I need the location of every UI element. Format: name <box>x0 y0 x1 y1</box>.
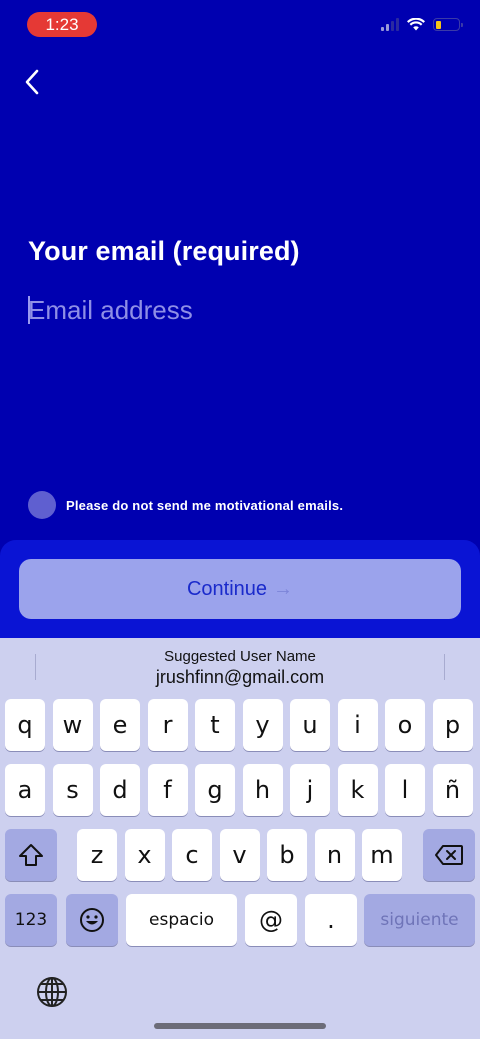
key-f[interactable]: f <box>147 764 188 816</box>
key-k[interactable]: k <box>337 764 378 816</box>
key-t[interactable]: t <box>195 699 235 751</box>
globe-icon <box>37 977 67 1007</box>
text-caret <box>28 296 30 324</box>
key-q[interactable]: q <box>5 699 45 751</box>
key-x[interactable]: x <box>124 829 165 881</box>
key-i[interactable]: i <box>337 699 378 751</box>
numbers-key[interactable]: 123 <box>5 894 57 946</box>
key-p[interactable]: p <box>432 699 473 751</box>
suggestion-divider-right <box>444 654 445 680</box>
key-s[interactable]: s <box>52 764 93 816</box>
globe-key[interactable] <box>34 974 70 1010</box>
optout-option[interactable]: Please do not send me motivational email… <box>28 491 343 519</box>
keyboard: Suggested User Name jrushfinn@gmail.com … <box>0 638 480 1039</box>
home-indicator <box>154 1023 326 1029</box>
email-input[interactable] <box>28 290 448 330</box>
key-v[interactable]: v <box>219 829 260 881</box>
dot-key[interactable]: . <box>305 894 357 946</box>
key-y[interactable]: y <box>242 699 283 751</box>
continue-button[interactable]: Continue → <box>19 559 461 619</box>
wifi-icon <box>407 18 425 31</box>
backspace-icon <box>435 845 463 865</box>
shift-icon <box>19 844 43 866</box>
battery-icon <box>433 18 463 31</box>
key-n[interactable]: n <box>314 829 355 881</box>
suggestion-title: Suggested User Name <box>164 648 316 665</box>
next-key[interactable]: siguiente <box>364 894 475 946</box>
back-button[interactable] <box>12 64 52 100</box>
signal-icon <box>381 18 399 31</box>
shift-key[interactable] <box>5 829 57 881</box>
key-a[interactable]: a <box>5 764 45 816</box>
backspace-key[interactable] <box>423 829 475 881</box>
at-key[interactable]: @ <box>245 894 297 946</box>
status-icons <box>381 18 463 31</box>
continue-label: Continue <box>186 577 268 600</box>
emoji-icon <box>80 908 104 932</box>
emoji-key[interactable] <box>66 894 118 946</box>
key-m[interactable]: m <box>362 829 402 881</box>
key-z[interactable]: z <box>77 829 117 881</box>
email-screen: 1:23 Your email (required) Please do not… <box>0 0 480 1039</box>
chevron-left-icon <box>25 69 39 95</box>
key-g[interactable]: g <box>195 764 235 816</box>
key-ñ[interactable]: ñ <box>432 764 473 816</box>
arrow-right-icon: → <box>273 577 294 600</box>
space-key[interactable]: espacio <box>126 894 237 946</box>
optout-radio[interactable] <box>28 491 56 519</box>
key-h[interactable]: h <box>242 764 283 816</box>
key-j[interactable]: j <box>290 764 330 816</box>
status-time: 1:23 <box>27 12 97 37</box>
optout-label: Please do not send me motivational email… <box>66 497 344 513</box>
suggestion-bar[interactable]: Suggested User Name jrushfinn@gmail.com <box>0 638 480 694</box>
status-bar: 1:23 <box>0 0 480 48</box>
suggestion-value[interactable]: jrushfinn@gmail.com <box>0 667 480 688</box>
key-c[interactable]: c <box>172 829 212 881</box>
key-w[interactable]: w <box>52 699 93 751</box>
key-d[interactable]: d <box>100 764 140 816</box>
key-b[interactable]: b <box>267 829 307 881</box>
key-o[interactable]: o <box>385 699 425 751</box>
key-r[interactable]: r <box>147 699 188 751</box>
page-title: Your email (required) <box>28 236 300 266</box>
key-u[interactable]: u <box>290 699 330 751</box>
key-e[interactable]: e <box>100 699 140 751</box>
key-l[interactable]: l <box>385 764 425 816</box>
